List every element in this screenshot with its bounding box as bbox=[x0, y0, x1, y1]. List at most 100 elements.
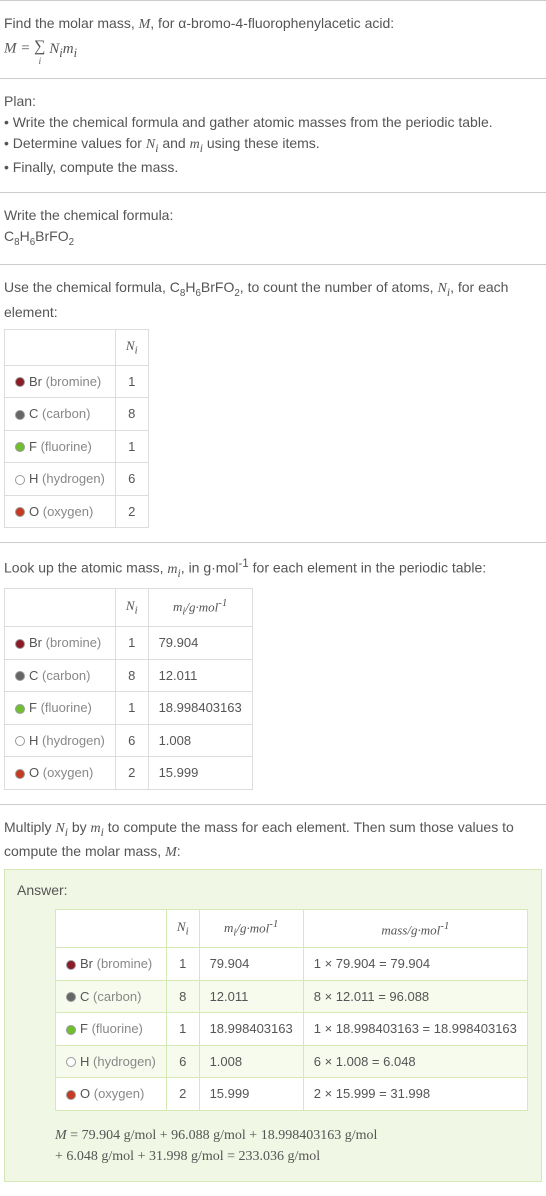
col-m: mi/g·mol-1 bbox=[199, 910, 303, 948]
col-N: Ni bbox=[166, 910, 199, 948]
problem-intro: Find the molar mass, bbox=[4, 15, 139, 31]
step-atomic-mass: Look up the atomic mass, mi, in g·mol-1 … bbox=[0, 542, 546, 804]
element-name: (hydrogen) bbox=[42, 733, 105, 748]
table-row: H (hydrogen)6 bbox=[5, 463, 149, 496]
element-swatch-icon bbox=[66, 1090, 76, 1100]
element-swatch-icon bbox=[15, 639, 25, 649]
element-cell: F (fluorine) bbox=[56, 1013, 167, 1046]
element-cell: O (oxygen) bbox=[5, 757, 116, 790]
element-cell: H (hydrogen) bbox=[5, 724, 116, 757]
element-symbol: F bbox=[80, 1021, 88, 1036]
element-name: (bromine) bbox=[46, 374, 102, 389]
element-cell: Br (bromine) bbox=[5, 365, 116, 398]
mass-calc: 6 × 1.008 = 6.048 bbox=[303, 1045, 527, 1078]
N-value: 2 bbox=[115, 757, 148, 790]
element-cell: Br (bromine) bbox=[5, 627, 116, 660]
table-row: C (carbon)8 bbox=[5, 398, 149, 431]
step-multiply: Multiply Ni by mi to compute the mass fo… bbox=[0, 804, 546, 1196]
N-value: 1 bbox=[115, 430, 148, 463]
element-symbol: H bbox=[29, 471, 38, 486]
step-chemical-formula: Write the chemical formula: C8H6BrFO2 bbox=[0, 192, 546, 264]
mass-calc: 1 × 79.904 = 79.904 bbox=[303, 948, 527, 981]
element-swatch-icon bbox=[15, 410, 25, 420]
col-mass: mass/g·mol-1 bbox=[303, 910, 527, 948]
element-cell: F (fluorine) bbox=[5, 430, 116, 463]
element-swatch-icon bbox=[15, 769, 25, 779]
element-symbol: C bbox=[29, 406, 38, 421]
table-row: O (oxygen)215.999 bbox=[5, 757, 253, 790]
element-cell: H (hydrogen) bbox=[5, 463, 116, 496]
table-row: C (carbon)812.0118 × 12.011 = 96.088 bbox=[56, 980, 528, 1013]
element-name: (fluorine) bbox=[92, 1021, 143, 1036]
m-value: 1.008 bbox=[199, 1045, 303, 1078]
element-name: (fluorine) bbox=[41, 700, 92, 715]
molar-mass-formula: M = ∑i Nimi bbox=[4, 35, 542, 64]
element-name: (carbon) bbox=[42, 406, 90, 421]
table-row: O (oxygen)215.9992 × 15.999 = 31.998 bbox=[56, 1078, 528, 1111]
N-value: 8 bbox=[115, 659, 148, 692]
element-symbol: C bbox=[80, 989, 89, 1004]
m-value: 18.998403163 bbox=[148, 692, 252, 725]
element-swatch-icon bbox=[15, 507, 25, 517]
element-cell: O (oxygen) bbox=[56, 1078, 167, 1111]
element-swatch-icon bbox=[15, 377, 25, 387]
atom-count-table: Ni Br (bromine)1C (carbon)8F (fluorine)1… bbox=[4, 329, 149, 528]
table-row: F (fluorine)118.998403163 bbox=[5, 692, 253, 725]
m-value: 79.904 bbox=[148, 627, 252, 660]
table-row: Br (bromine)1 bbox=[5, 365, 149, 398]
element-swatch-icon bbox=[66, 1025, 76, 1035]
element-name: (oxygen) bbox=[43, 765, 94, 780]
element-symbol: C bbox=[29, 668, 38, 683]
N-value: 1 bbox=[115, 365, 148, 398]
final-line2: + 6.048 g/mol + 31.998 g/mol = 233.036 g… bbox=[55, 1149, 320, 1164]
element-swatch-icon bbox=[66, 960, 76, 970]
element-cell: C (carbon) bbox=[5, 398, 116, 431]
element-swatch-icon bbox=[66, 992, 76, 1002]
element-name: (fluorine) bbox=[41, 439, 92, 454]
mass-calc: 8 × 12.011 = 96.088 bbox=[303, 980, 527, 1013]
mass-calc: 1 × 18.998403163 = 18.998403163 bbox=[303, 1013, 527, 1046]
m-value: 15.999 bbox=[199, 1078, 303, 1111]
problem-for: , for α-bromo-4-fluorophenylacetic acid: bbox=[150, 15, 394, 31]
element-swatch-icon bbox=[66, 1057, 76, 1067]
chemical-formula: C8H6BrFO2 bbox=[4, 226, 542, 250]
m-value: 12.011 bbox=[148, 659, 252, 692]
element-cell: C (carbon) bbox=[56, 980, 167, 1013]
plan-line: • Finally, compute the mass. bbox=[4, 157, 542, 178]
m-value: 15.999 bbox=[148, 757, 252, 790]
m-value: 18.998403163 bbox=[199, 1013, 303, 1046]
element-name: (bromine) bbox=[46, 635, 102, 650]
N-value: 2 bbox=[166, 1078, 199, 1111]
N-value: 1 bbox=[166, 948, 199, 981]
element-symbol: O bbox=[80, 1086, 90, 1101]
element-symbol: O bbox=[29, 765, 39, 780]
col-N: Ni bbox=[115, 589, 148, 627]
step-count-atoms: Use the chemical formula, C8H6BrFO2, to … bbox=[0, 264, 546, 542]
final-line1: = 79.904 g/mol + 96.088 g/mol + 18.99840… bbox=[70, 1128, 377, 1143]
element-symbol: Br bbox=[29, 374, 42, 389]
element-symbol: Br bbox=[29, 635, 42, 650]
table-row: Br (bromine)179.9041 × 79.904 = 79.904 bbox=[56, 948, 528, 981]
atomic-mass-table: Ni mi/g·mol-1 Br (bromine)179.904C (carb… bbox=[4, 588, 253, 790]
element-name: (carbon) bbox=[42, 668, 90, 683]
element-symbol: H bbox=[29, 733, 38, 748]
table-row: C (carbon) 812.011 bbox=[5, 659, 253, 692]
table-row: H (hydrogen)61.008 bbox=[5, 724, 253, 757]
plan-line: • Write the chemical formula and gather … bbox=[4, 112, 542, 133]
element-symbol: F bbox=[29, 439, 37, 454]
N-value: 1 bbox=[115, 627, 148, 660]
table-row: Br (bromine)179.904 bbox=[5, 627, 253, 660]
element-swatch-icon bbox=[15, 671, 25, 681]
table-row: F (fluorine)118.9984031631 × 18.99840316… bbox=[56, 1013, 528, 1046]
N-value: 6 bbox=[166, 1045, 199, 1078]
step-count-intro: Use the chemical formula, C8H6BrFO2, to … bbox=[4, 277, 542, 322]
N-value: 1 bbox=[115, 692, 148, 725]
N-value: 8 bbox=[115, 398, 148, 431]
m-value: 79.904 bbox=[199, 948, 303, 981]
m-value: 12.011 bbox=[199, 980, 303, 1013]
table-row: F (fluorine)1 bbox=[5, 430, 149, 463]
element-swatch-icon bbox=[15, 704, 25, 714]
answer-label: Answer: bbox=[17, 880, 529, 901]
plan-line: • Determine values for Ni and mi using t… bbox=[4, 133, 542, 157]
element-cell: H (hydrogen) bbox=[56, 1045, 167, 1078]
